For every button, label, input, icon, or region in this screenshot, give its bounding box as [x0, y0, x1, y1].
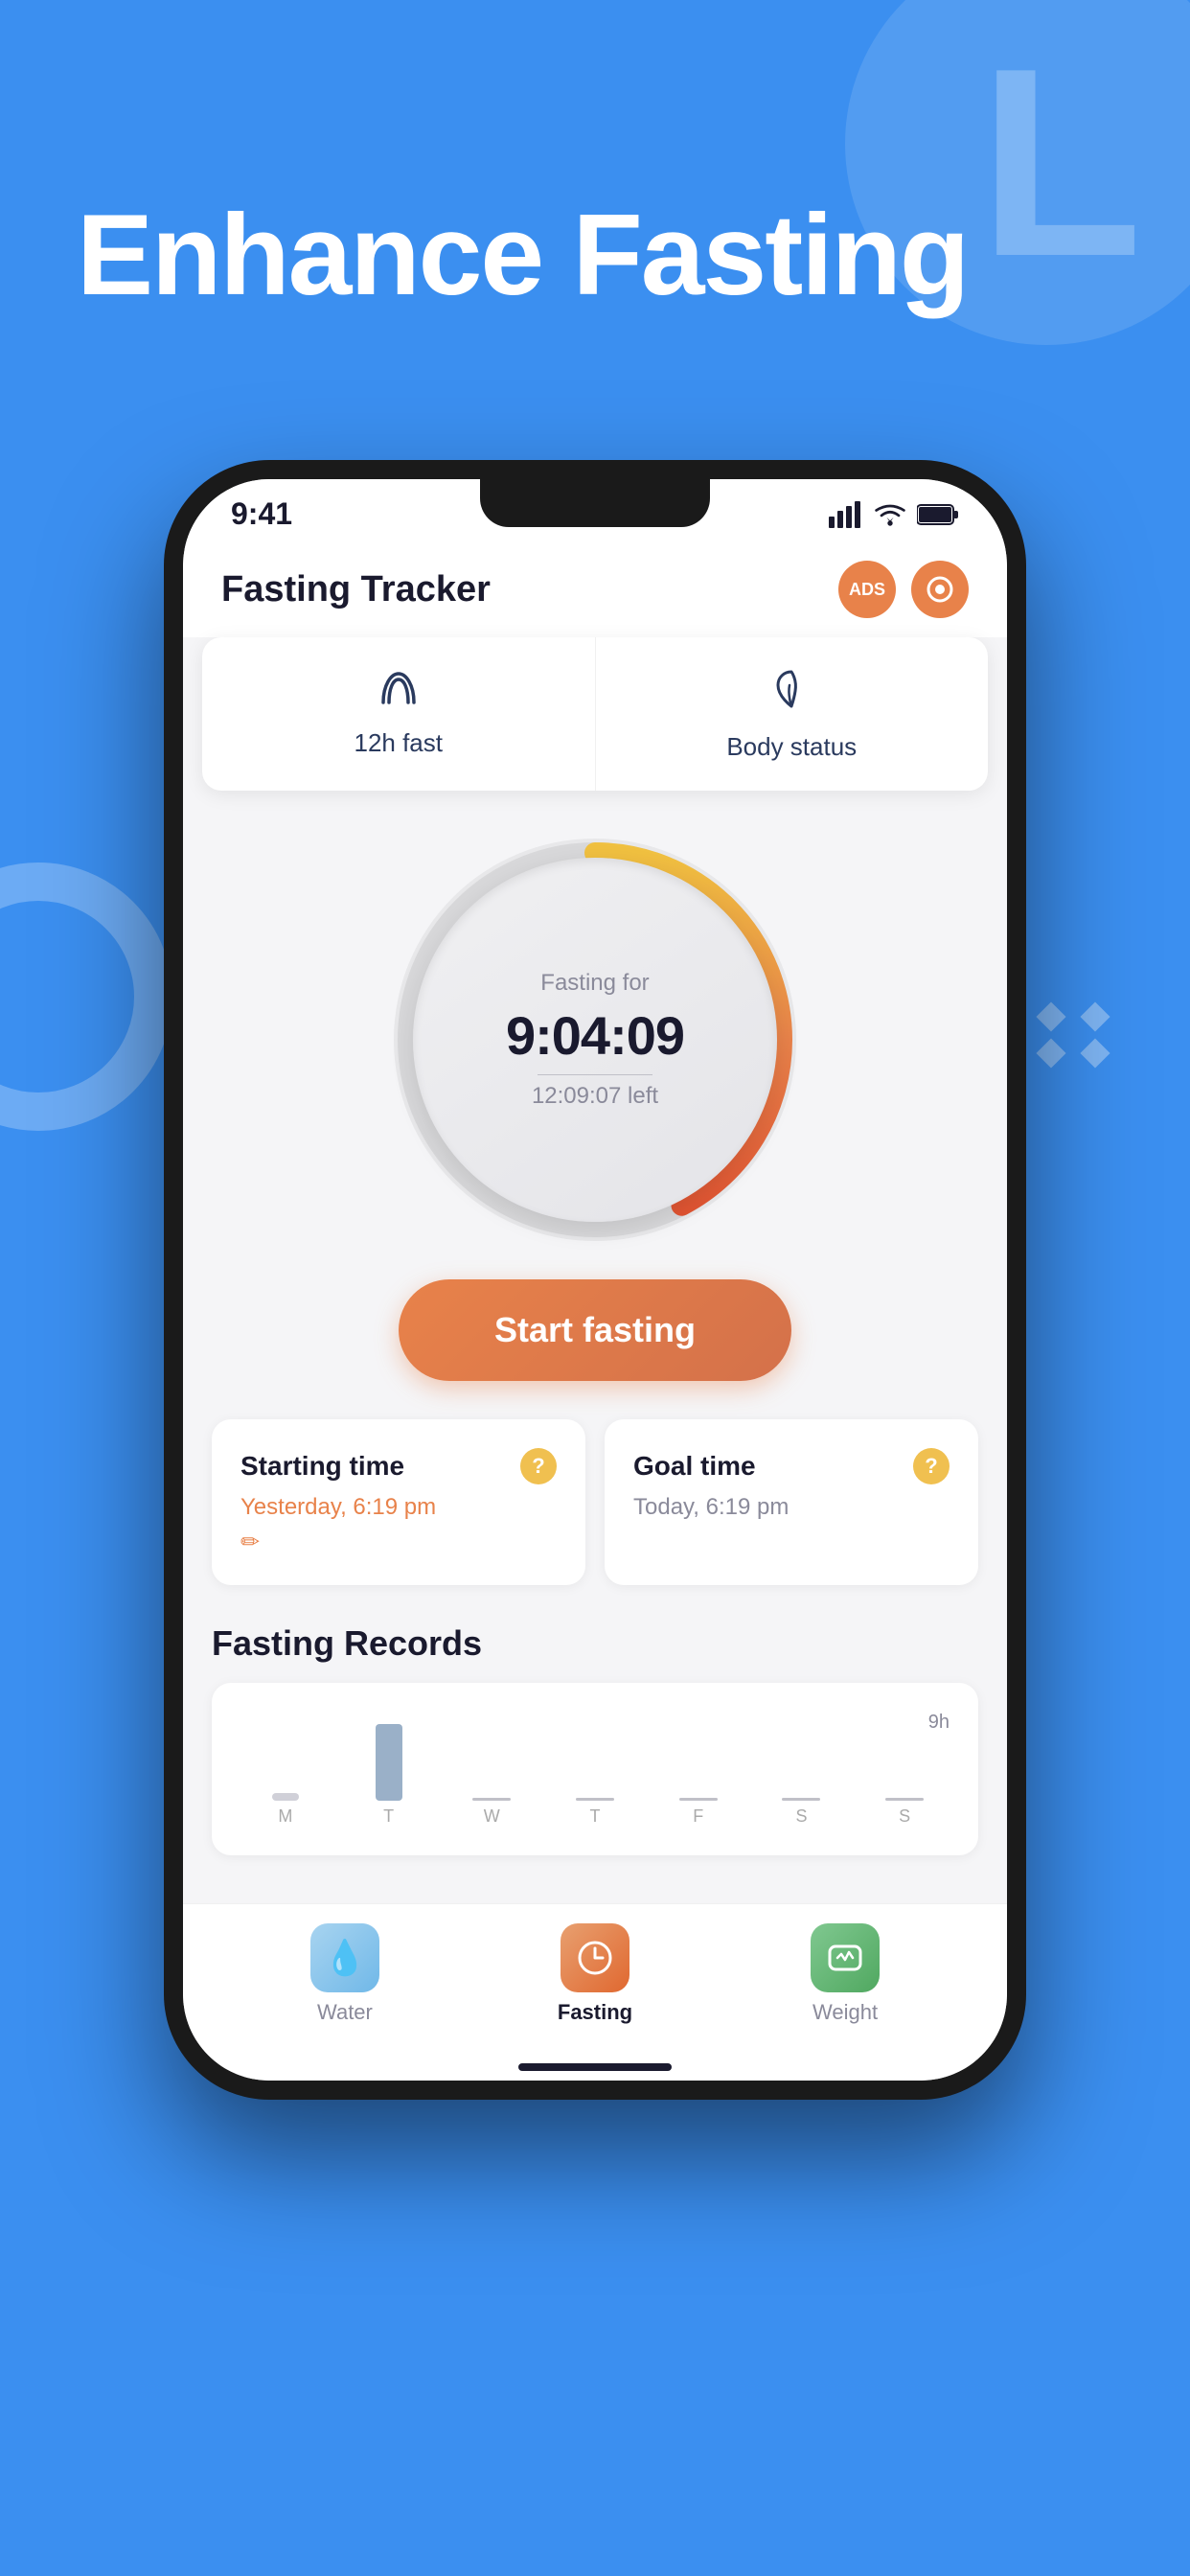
- nav-label-weight: Weight: [812, 2000, 878, 2025]
- day-tue: T: [383, 1806, 394, 1827]
- signal-icon: [829, 501, 863, 528]
- chart-top-label: 9h: [928, 1712, 950, 1734]
- day-sun: S: [899, 1806, 910, 1827]
- tab-12h-fast-label: 12h fast: [354, 728, 443, 758]
- weight-nav-icon: [811, 1923, 880, 1992]
- day-mon: M: [278, 1806, 292, 1827]
- diamond-4: [1080, 1038, 1110, 1068]
- status-bar: 9:41: [183, 479, 1007, 541]
- app-title: Fasting Tracker: [221, 569, 491, 610]
- goal-time-title: Goal time: [633, 1451, 756, 1482]
- bar-tue: [376, 1724, 402, 1801]
- fasting-nav-icon: [561, 1923, 629, 1992]
- diamond-3: [1036, 1038, 1065, 1068]
- chart-bar-sun: S: [859, 1798, 950, 1827]
- water-nav-icon: 💧: [310, 1923, 379, 1992]
- nav-item-fasting[interactable]: Fasting: [558, 1923, 632, 2025]
- tab-12h-fast[interactable]: 12h fast: [202, 637, 596, 791]
- timer-inner: Fasting for 9:04:09 12:09:07 left: [413, 858, 777, 1222]
- bar-thu: [576, 1798, 614, 1801]
- bar-mon: [272, 1793, 299, 1801]
- phone-mockup: 9:41: [164, 460, 1026, 2100]
- day-thu: T: [590, 1806, 601, 1827]
- bg-letter-l: L: [978, 10, 1142, 317]
- start-fasting-button[interactable]: Start fasting: [399, 1279, 791, 1381]
- diamond-2: [1080, 1001, 1110, 1031]
- page-title: Enhance Fasting: [77, 192, 968, 318]
- goal-time-help[interactable]: ?: [913, 1448, 950, 1484]
- records-chart: 9h M T: [212, 1683, 978, 1855]
- nav-item-water[interactable]: 💧 Water: [310, 1923, 379, 2025]
- starting-time-header: Starting time ?: [240, 1448, 557, 1484]
- timer-display: 9:04:09: [506, 1004, 684, 1067]
- goal-time-card: Goal time ? Today, 6:19 pm: [605, 1419, 978, 1585]
- record-button[interactable]: [911, 561, 969, 618]
- header-buttons: ADS: [838, 561, 969, 618]
- chart-grid: 9h M T: [240, 1712, 950, 1827]
- chart-bar-wed: W: [446, 1798, 537, 1827]
- goal-time-header: Goal time ?: [633, 1448, 950, 1484]
- app-header: Fasting Tracker ADS: [183, 541, 1007, 637]
- notch: [480, 479, 710, 527]
- record-icon: [927, 576, 953, 603]
- diamond-1: [1036, 1001, 1065, 1031]
- phone-frame: 9:41: [164, 460, 1026, 2100]
- timer-section: Fasting for 9:04:09 12:09:07 left Start …: [212, 791, 978, 1903]
- ads-label: ADS: [849, 580, 885, 600]
- nav-item-weight[interactable]: Weight: [811, 1923, 880, 2025]
- home-indicator: [183, 2054, 1007, 2081]
- bar-fri: [679, 1798, 718, 1801]
- ads-button[interactable]: ADS: [838, 561, 896, 618]
- home-indicator-bar: [518, 2063, 672, 2071]
- help-icon: ?: [532, 1454, 544, 1479]
- bottom-nav: 💧 Water Fasting: [183, 1903, 1007, 2054]
- bar-wed: [472, 1798, 511, 1801]
- fast-icon: [374, 666, 423, 719]
- battery-icon: [917, 503, 959, 526]
- timer-remaining: 12:09:07 left: [532, 1083, 658, 1110]
- tab-body-status-label: Body status: [726, 732, 857, 762]
- goal-time-value: Today, 6:19 pm: [633, 1494, 950, 1521]
- main-content: Fasting for 9:04:09 12:09:07 left Start …: [183, 791, 1007, 1903]
- tab-body-status[interactable]: Body status: [596, 637, 989, 791]
- chart-bar-mon: M: [240, 1793, 331, 1827]
- chart-bar-thu: T: [550, 1798, 640, 1827]
- starting-time-title: Starting time: [240, 1451, 404, 1482]
- edit-icon[interactable]: ✏: [240, 1529, 557, 1556]
- chart-bar-fri: F: [653, 1798, 744, 1827]
- timer-circle: Fasting for 9:04:09 12:09:07 left: [394, 839, 796, 1241]
- starting-time-card: Starting time ? Yesterday, 6:19 pm ✏: [212, 1419, 585, 1585]
- starting-time-value: Yesterday, 6:19 pm: [240, 1494, 557, 1521]
- nav-label-water: Water: [317, 2000, 373, 2025]
- phone-screen: 9:41: [183, 479, 1007, 2081]
- bg-decoration-circle-left: [0, 862, 172, 1131]
- fasting-for-label: Fasting for: [540, 970, 649, 997]
- day-sat: S: [795, 1806, 807, 1827]
- status-icons: [829, 501, 959, 528]
- help-icon-2: ?: [925, 1454, 937, 1479]
- bar-sat: [782, 1798, 820, 1801]
- day-wed: W: [484, 1806, 500, 1827]
- time-cards: Starting time ? Yesterday, 6:19 pm ✏ Goa…: [212, 1419, 978, 1585]
- starting-time-help[interactable]: ?: [520, 1448, 557, 1484]
- nav-label-fasting: Fasting: [558, 2000, 632, 2025]
- status-time: 9:41: [231, 496, 292, 532]
- quick-tabs: 12h fast Body status: [202, 637, 988, 791]
- wifi-icon: [873, 501, 907, 528]
- records-section: Fasting Records 9h M T: [212, 1623, 978, 1874]
- chart-bar-tue: T: [344, 1724, 434, 1827]
- timer-separator: [538, 1074, 652, 1075]
- records-title: Fasting Records: [212, 1623, 978, 1664]
- bar-sun: [885, 1798, 924, 1801]
- leaf-icon: [768, 666, 814, 723]
- chart-bar-sat: S: [757, 1798, 847, 1827]
- day-fri: F: [693, 1806, 703, 1827]
- bg-diamonds: [1041, 1006, 1113, 1064]
